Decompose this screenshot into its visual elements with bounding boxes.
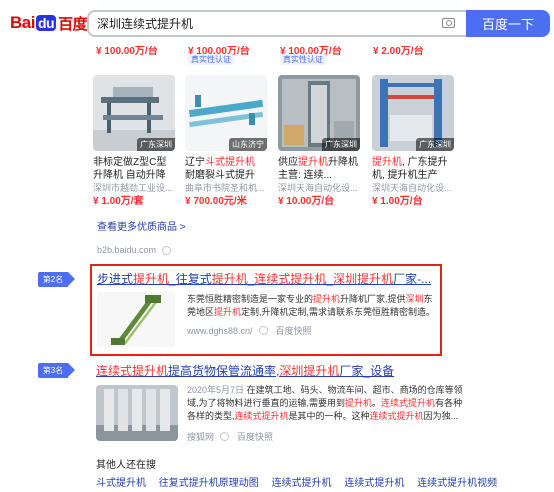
product-title[interactable]: 辽宁斗式提升机 耐磨裂斗式提升机... (185, 156, 267, 182)
search-result-2: 步进式提升机_往复式提升机_连续式提升机_深圳提升机厂家-... 东莞恒胜精密制… (90, 264, 442, 356)
text-run: 东莞恒胜精密制造是一家专业的 (187, 294, 314, 304)
location-tag: 广东深圳 (137, 138, 175, 151)
product-card[interactable]: 山东济宁 辽宁斗式提升机 耐磨裂斗式提升机... 曲阜市书院圣和机... ¥ 7… (185, 75, 267, 208)
header: Bai du 百度 百度一下 (0, 0, 554, 46)
snapshot-link[interactable]: 百度快照 (276, 324, 312, 337)
text-run: 升降机厂家,提供 (340, 294, 406, 304)
baidu-logo[interactable]: Bai du 百度 (10, 12, 88, 34)
product-image[interactable]: 山东济宁 (185, 75, 267, 151)
rank-badge: 第2名 (38, 272, 75, 287)
text-run: 定制,升降机定制,需求请联系东莞恒胜精密制造。 (241, 307, 436, 317)
highlight-term: 提升机 (345, 398, 373, 408)
product-price: ¥ 700.00元/米 (185, 196, 247, 207)
highlight-term: 深圳 (333, 272, 358, 286)
store-name[interactable]: 曲阜市书院圣和机... (185, 182, 267, 195)
product-price: ¥ 1.00万/套 (93, 196, 144, 207)
highlight-term: 提升机 (211, 272, 248, 286)
result-thumbnail[interactable] (97, 292, 175, 347)
text-run: _往复式 (169, 272, 212, 286)
text-run: 因为独... (423, 411, 459, 421)
text-run: 提高货物保管流通率, (168, 364, 280, 378)
product-image[interactable]: 广东深圳 (372, 75, 454, 151)
logo-bai: Bai (10, 13, 35, 32)
logo-paw-du: du (35, 15, 57, 31)
highlight-term: 连续式提升机 (254, 272, 327, 286)
camera-icon[interactable] (442, 18, 455, 28)
store-name[interactable]: 深圳天海自动化设... (372, 182, 454, 195)
verified-badge: 真实性认证 (280, 54, 326, 65)
info-icon[interactable] (162, 245, 172, 255)
product-price: ¥ 10.00万/台 (278, 196, 335, 207)
text-run: 步进式 (97, 272, 134, 286)
text-run: 。 (372, 398, 382, 408)
product-title[interactable]: 提升机, 广东提升机, 提升机生产厂... (372, 156, 454, 182)
highlight-term: 提升机 (303, 364, 340, 378)
source-url-text: b2b.baidu.com (97, 245, 157, 255)
highlight-term: 连续式提升机 (234, 411, 289, 421)
related-searches-title: 其他人还在搜 (96, 460, 156, 471)
highlight-term: 提升机 (214, 307, 242, 317)
result-thumbnail[interactable] (96, 385, 178, 441)
store-name[interactable]: 深圳市越劲工业设... (93, 182, 175, 195)
snapshot-link[interactable]: 百度快照 (237, 430, 273, 443)
result-date: 2020年5月7日 (187, 385, 245, 395)
search-input[interactable] (97, 16, 427, 31)
highlight-term: 提升机 (133, 272, 170, 286)
highlight-term: 连续式提升机 (381, 398, 436, 408)
result-snippet: 2020年5月7日 在建筑工地、码头、物流车间、超市、商场的仓库等领域,为了将物… (187, 384, 467, 423)
product-image[interactable]: 广东深圳 (93, 75, 175, 151)
product-card[interactable]: 广东深圳 非标定做Z型C型升降机 自动升降机... 深圳市越劲工业设... ¥ … (93, 75, 175, 208)
info-icon[interactable] (220, 432, 230, 441)
info-icon[interactable] (258, 326, 268, 335)
product-title[interactable]: 非标定做Z型C型升降机 自动升降机... (93, 156, 175, 182)
store-name[interactable]: 深圳天海自动化设... (278, 182, 360, 195)
rank-badge: 第3名 (38, 363, 75, 378)
bottom-fade (0, 486, 554, 492)
result-title[interactable]: 步进式提升机_往复式提升机_连续式提升机_深圳提升机厂家-... (97, 270, 431, 287)
text-run: 厂家_设备 (339, 364, 395, 378)
highlight-term: 连续式提升机 (369, 411, 424, 421)
highlight-term: 提升机 (357, 272, 394, 286)
result-source[interactable]: 搜狐网 (187, 430, 214, 443)
result-title[interactable]: 连续式提升机提高货物保管流通率,深圳提升机厂家_设备 (96, 362, 394, 379)
location-tag: 广东深圳 (322, 138, 360, 151)
product-card[interactable]: 广东深圳 提升机, 广东提升机, 提升机生产厂... 深圳天海自动化设... ¥… (372, 75, 454, 208)
highlight-term: 深圳 (405, 294, 424, 304)
location-tag: 山东济宁 (229, 138, 267, 151)
source-url: b2b.baidu.com (97, 245, 172, 255)
result-url[interactable]: www.dghs88.cn/ (187, 326, 253, 336)
product-title[interactable]: 供应提升机升降机主营: 连续... (278, 156, 360, 182)
search-box (87, 10, 467, 37)
verified-badge: 真实性认证 (188, 54, 234, 65)
product-image[interactable]: 广东深圳 (278, 75, 360, 151)
location-tag: 广东深圳 (416, 138, 454, 151)
product-card[interactable]: 广东深圳 供应提升机升降机主营: 连续... 深圳天海自动化设... ¥ 10.… (278, 75, 360, 208)
more-products-link[interactable]: 查看更多优质商品 > (97, 218, 186, 233)
result-meta: www.dghs88.cn/ 百度快照 (187, 324, 312, 337)
highlight-term: 提升机 (313, 294, 341, 304)
product-price: ¥ 1.00万/台 (372, 196, 423, 207)
highlight-term: 连续式提升机 (96, 364, 169, 378)
text-run: 厂家-... (393, 272, 432, 286)
result-snippet: 东莞恒胜精密制造是一家专业的提升机升降机厂家,提供深圳东莞地区提升机定制,升降机… (187, 293, 437, 319)
text-run: 是其中的一种。这种 (288, 411, 370, 421)
result-meta: 搜狐网 百度快照 (187, 430, 273, 443)
highlight-term: 深圳 (279, 364, 304, 378)
search-button[interactable]: 百度一下 (466, 10, 550, 37)
logo-baidu-cn: 百度 (58, 15, 88, 33)
